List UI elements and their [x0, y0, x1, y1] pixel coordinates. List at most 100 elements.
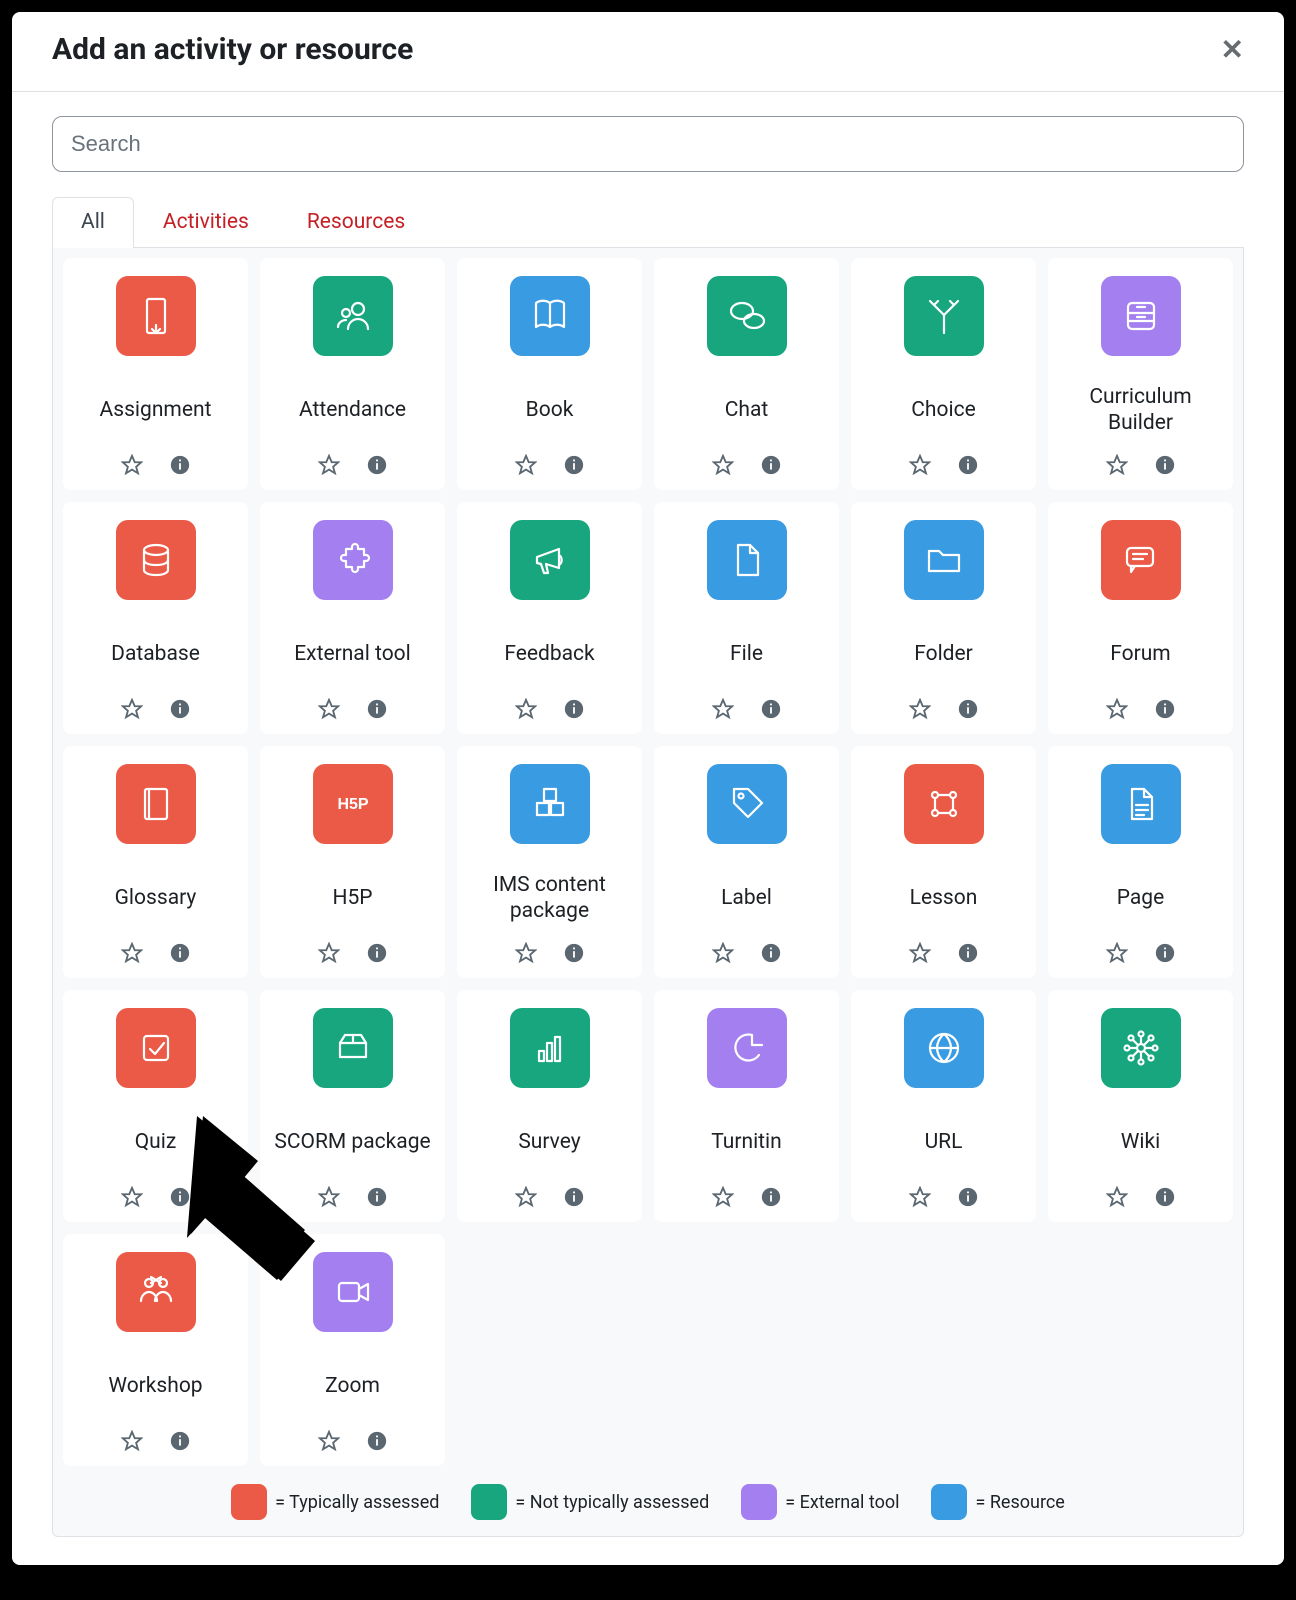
legend: = Typically assessed= Not typically asse…	[63, 1466, 1233, 1526]
activity-workshop[interactable]: Workshop	[63, 1234, 248, 1466]
star-icon[interactable]	[712, 454, 734, 476]
info-icon[interactable]	[366, 1430, 388, 1452]
activity-label: IMS content package	[467, 864, 632, 932]
star-icon[interactable]	[1106, 454, 1128, 476]
star-icon[interactable]	[1106, 942, 1128, 964]
star-icon[interactable]	[909, 698, 931, 720]
activity-label[interactable]: Label	[654, 746, 839, 978]
activity-quiz[interactable]: Quiz	[63, 990, 248, 1222]
activity-survey[interactable]: Survey	[457, 990, 642, 1222]
info-icon[interactable]	[563, 942, 585, 964]
info-icon[interactable]	[563, 698, 585, 720]
info-icon[interactable]	[957, 942, 979, 964]
star-icon[interactable]	[121, 698, 143, 720]
star-icon[interactable]	[712, 942, 734, 964]
info-icon[interactable]	[169, 454, 191, 476]
legend-swatch	[741, 1484, 777, 1520]
activity-assignment[interactable]: Assignment	[63, 258, 248, 490]
star-icon[interactable]	[1106, 1186, 1128, 1208]
legend-swatch	[231, 1484, 267, 1520]
activity-folder[interactable]: Folder	[851, 502, 1036, 734]
star-icon[interactable]	[318, 1186, 340, 1208]
info-icon[interactable]	[760, 1186, 782, 1208]
star-icon[interactable]	[909, 942, 931, 964]
star-icon[interactable]	[515, 698, 537, 720]
legend-label: = Resource	[975, 1492, 1064, 1513]
activity-glossary[interactable]: Glossary	[63, 746, 248, 978]
activity-file[interactable]: File	[654, 502, 839, 734]
activity-forum[interactable]: Forum	[1048, 502, 1233, 734]
legend-swatch	[471, 1484, 507, 1520]
info-icon[interactable]	[957, 1186, 979, 1208]
star-icon[interactable]	[318, 1430, 340, 1452]
star-icon[interactable]	[909, 454, 931, 476]
legend-label: = Typically assessed	[275, 1492, 439, 1513]
star-icon[interactable]	[515, 1186, 537, 1208]
search-input[interactable]	[52, 116, 1244, 172]
info-icon[interactable]	[760, 454, 782, 476]
activity-scorm-package[interactable]: SCORM package	[260, 990, 445, 1222]
star-icon[interactable]	[121, 1430, 143, 1452]
activity-url[interactable]: URL	[851, 990, 1036, 1222]
activity-book[interactable]: Book	[457, 258, 642, 490]
megaphone-icon	[510, 520, 590, 600]
info-icon[interactable]	[169, 1186, 191, 1208]
star-icon[interactable]	[318, 942, 340, 964]
star-icon[interactable]	[712, 1186, 734, 1208]
tab-activities[interactable]: Activities	[134, 197, 278, 248]
star-icon[interactable]	[121, 942, 143, 964]
info-icon[interactable]	[1154, 1186, 1176, 1208]
activity-label: Forum	[1108, 620, 1172, 688]
info-icon[interactable]	[1154, 942, 1176, 964]
folder-icon	[904, 520, 984, 600]
star-icon[interactable]	[515, 942, 537, 964]
info-icon[interactable]	[169, 942, 191, 964]
activity-attendance[interactable]: Attendance	[260, 258, 445, 490]
info-icon[interactable]	[366, 1186, 388, 1208]
activity-chat[interactable]: Chat	[654, 258, 839, 490]
legend-swatch	[931, 1484, 967, 1520]
tab-all[interactable]: All	[52, 197, 134, 248]
info-icon[interactable]	[366, 698, 388, 720]
activity-database[interactable]: Database	[63, 502, 248, 734]
activity-lesson[interactable]: Lesson	[851, 746, 1036, 978]
info-icon[interactable]	[169, 1430, 191, 1452]
info-icon[interactable]	[1154, 698, 1176, 720]
star-icon[interactable]	[515, 454, 537, 476]
info-icon[interactable]	[366, 454, 388, 476]
activity-zoom[interactable]: Zoom	[260, 1234, 445, 1466]
activity-external-tool[interactable]: External tool	[260, 502, 445, 734]
star-icon[interactable]	[318, 454, 340, 476]
activity-curriculum-builder[interactable]: Curriculum Builder	[1048, 258, 1233, 490]
activity-ims-content-package[interactable]: IMS content package	[457, 746, 642, 978]
activity-page[interactable]: Page	[1048, 746, 1233, 978]
close-icon[interactable]: ✕	[1221, 36, 1244, 64]
activity-choice[interactable]: Choice	[851, 258, 1036, 490]
info-icon[interactable]	[957, 454, 979, 476]
activity-label: Turnitin	[709, 1108, 784, 1176]
activity-h5p[interactable]: H5P	[260, 746, 445, 978]
database-icon	[116, 520, 196, 600]
star-icon[interactable]	[121, 454, 143, 476]
activity-wiki[interactable]: Wiki	[1048, 990, 1233, 1222]
activity-grid: AssignmentAttendanceBookChatChoiceCurric…	[63, 258, 1233, 1466]
star-icon[interactable]	[909, 1186, 931, 1208]
info-icon[interactable]	[169, 698, 191, 720]
info-icon[interactable]	[760, 698, 782, 720]
star-icon[interactable]	[1106, 698, 1128, 720]
activity-label: Folder	[912, 620, 975, 688]
star-icon[interactable]	[318, 698, 340, 720]
info-icon[interactable]	[366, 942, 388, 964]
activity-label: Glossary	[113, 864, 199, 932]
info-icon[interactable]	[563, 1186, 585, 1208]
activity-feedback[interactable]: Feedback	[457, 502, 642, 734]
info-icon[interactable]	[760, 942, 782, 964]
info-icon[interactable]	[957, 698, 979, 720]
activity-turnitin[interactable]: Turnitin	[654, 990, 839, 1222]
star-icon[interactable]	[712, 698, 734, 720]
tab-resources[interactable]: Resources	[278, 197, 434, 248]
info-icon[interactable]	[1154, 454, 1176, 476]
info-icon[interactable]	[563, 454, 585, 476]
activity-label: Survey	[516, 1108, 582, 1176]
star-icon[interactable]	[121, 1186, 143, 1208]
